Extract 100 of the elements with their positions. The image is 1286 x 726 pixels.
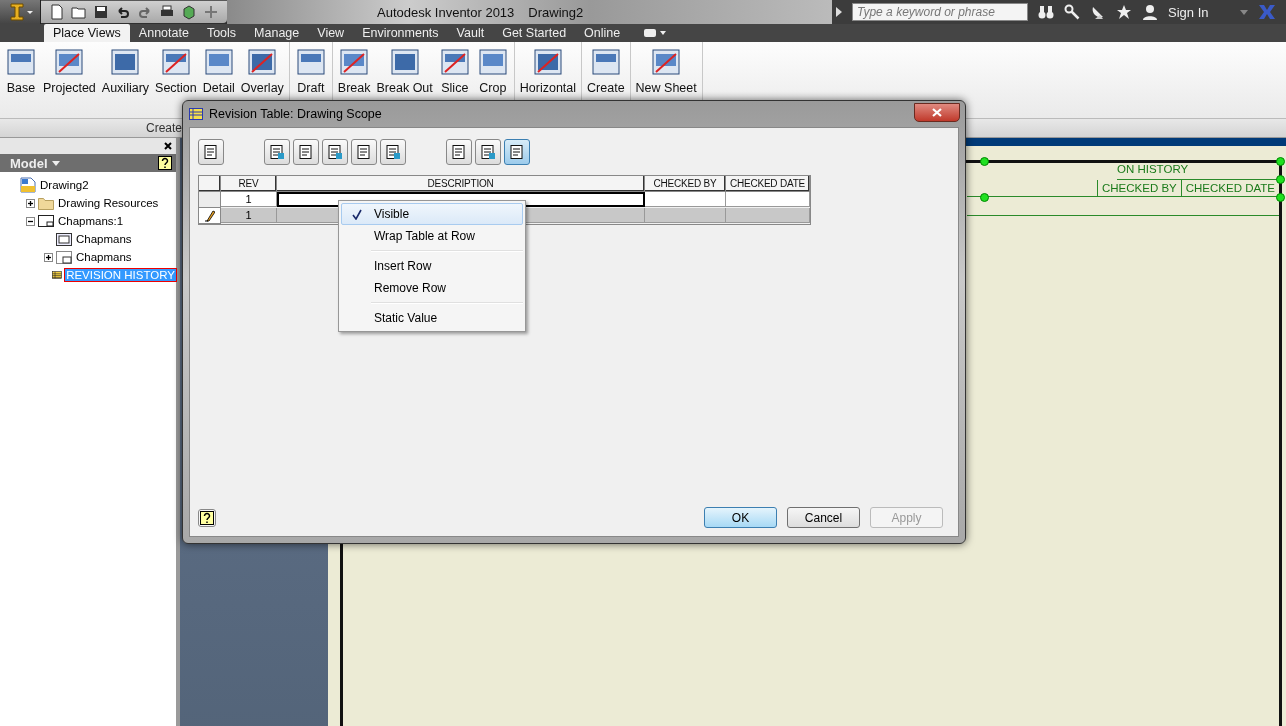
menu-item[interactable]: Insert Row [341,255,523,277]
table-cell[interactable]: 1 [221,192,277,207]
help-button[interactable] [198,508,216,527]
close-button[interactable] [914,102,960,122]
tree-item[interactable]: Drawing Resources [57,197,160,209]
panel-title: Create [146,121,183,135]
ribbon-button[interactable]: Break [334,44,374,97]
table-tool-icon [327,144,343,160]
column-header[interactable]: CHECKED BY [645,176,726,192]
toolbar-button[interactable] [264,139,290,165]
ribbon-tab[interactable]: Environments [353,24,448,42]
expand-arrow-icon[interactable] [836,7,842,17]
ribbon-button[interactable]: Create [584,44,628,97]
drawing-view-tool-icon [338,46,371,78]
binoculars-icon[interactable] [1038,4,1054,20]
ribbon-button[interactable]: Auxiliary [98,44,153,97]
ribbon-button[interactable]: Section [152,44,200,97]
column-header[interactable]: CHECKED DATE [726,176,810,192]
drawing-view-tool-icon [531,46,564,78]
ribbon-tab[interactable]: Vault [447,24,494,42]
ribbon-tab[interactable]: Online [575,24,630,42]
ribbon-button[interactable]: Overlay [237,44,287,97]
ribbon-button[interactable]: Horizontal [516,44,580,97]
drawing-view-tool-icon [294,46,327,78]
ribbon-button[interactable]: Break Out [373,44,436,97]
ribbon-tab[interactable]: Manage [245,24,309,42]
menu-item[interactable]: Wrap Table at Row [341,225,523,247]
ribbon-tab[interactable]: View [308,24,354,42]
plus-icon[interactable] [203,4,219,20]
column-header[interactable]: DESCRIPTION [277,176,645,192]
drawing-view-tool-icon [5,46,37,78]
table-cell[interactable] [726,208,810,223]
menu-item[interactable]: Static Value [341,307,523,329]
table-cell[interactable] [645,192,726,207]
ribbon-tab[interactable]: Tools [197,24,246,42]
table-cell[interactable] [726,192,810,207]
sheet-table-title: ON HISTORY [1117,163,1189,177]
ribbon-button[interactable]: New Sheet [632,44,700,97]
tree-item[interactable]: Chapmans [75,233,133,245]
dropdown-arrow-icon[interactable] [51,160,60,166]
table-tool-icon [451,144,467,160]
border-icon [56,232,72,246]
table-tool-icon [509,144,525,160]
collapse-icon[interactable] [26,216,35,226]
drawing-file-icon [20,177,36,193]
dialog-button[interactable]: Cancel [787,507,860,528]
redo-icon[interactable] [137,4,153,20]
table-tool-icon [203,144,219,160]
search-field[interactable]: Type a keyword or phrase [852,3,1028,21]
grip-handle-icon[interactable] [980,157,989,166]
browser-title[interactable]: Model [10,155,48,171]
ribbon-tab[interactable]: Get Started [493,24,576,42]
row-header[interactable] [199,208,221,224]
ribbon-tab[interactable]: Place Views [44,24,130,42]
column-header[interactable]: REV [221,176,277,192]
dialog-button[interactable]: OK [704,507,777,528]
ribbon-button[interactable]: Slice [435,44,474,97]
close-icon[interactable] [164,142,172,150]
ribbon-button[interactable]: Draft [291,44,330,97]
satellite-dish-icon[interactable] [1090,4,1106,20]
ribbon-button[interactable]: Projected [40,44,99,97]
table-tool-icon [385,144,401,160]
toolbar-button[interactable] [351,139,377,165]
open-folder-icon[interactable] [71,4,87,20]
help-icon[interactable] [158,156,172,170]
user-icon[interactable] [1142,4,1158,20]
ribbon-tab[interactable]: Annotate [129,24,198,42]
dropdown-arrow-icon[interactable] [1240,9,1248,15]
toolbar-button[interactable] [475,139,501,165]
ribbon-button[interactable]: Crop [473,44,512,97]
save-icon[interactable] [93,4,109,20]
tree-item[interactable]: Chapmans [75,251,133,263]
toolbar-button[interactable] [198,139,224,165]
drawing-view-tool-icon [202,46,235,78]
grip-handle-icon[interactable] [980,193,989,202]
expand-icon[interactable] [26,198,35,208]
new-file-icon[interactable] [49,4,65,20]
table-cell[interactable] [645,208,726,223]
toolbar-button[interactable] [504,139,530,165]
star-icon[interactable] [1116,4,1132,20]
menu-item[interactable]: Visible [341,203,523,225]
dialog-title: Revision Table: Drawing Scope [209,107,382,121]
corner-header[interactable] [199,176,221,192]
expand-icon[interactable] [44,252,53,262]
ribbon-button[interactable]: Detail [199,44,238,97]
undo-icon[interactable] [115,4,131,20]
tree-item[interactable]: Chapmans:1 [57,215,125,227]
panel-toggle-icon[interactable] [643,28,668,38]
table-cell[interactable]: 1 [221,208,277,223]
toolbar-button[interactable] [446,139,472,165]
toolbar-button[interactable] [322,139,348,165]
toolbar-button[interactable] [293,139,319,165]
toolbar-button[interactable] [380,139,406,165]
table-tool-icon [356,144,372,160]
sign-in-link[interactable]: Sign In [1168,4,1209,20]
ribbon-button[interactable]: Base [2,44,40,97]
folder-icon [38,196,54,210]
help-icon [200,510,214,525]
tree-item[interactable]: Drawing2 [39,179,90,191]
menu-item[interactable]: Remove Row [341,277,523,299]
